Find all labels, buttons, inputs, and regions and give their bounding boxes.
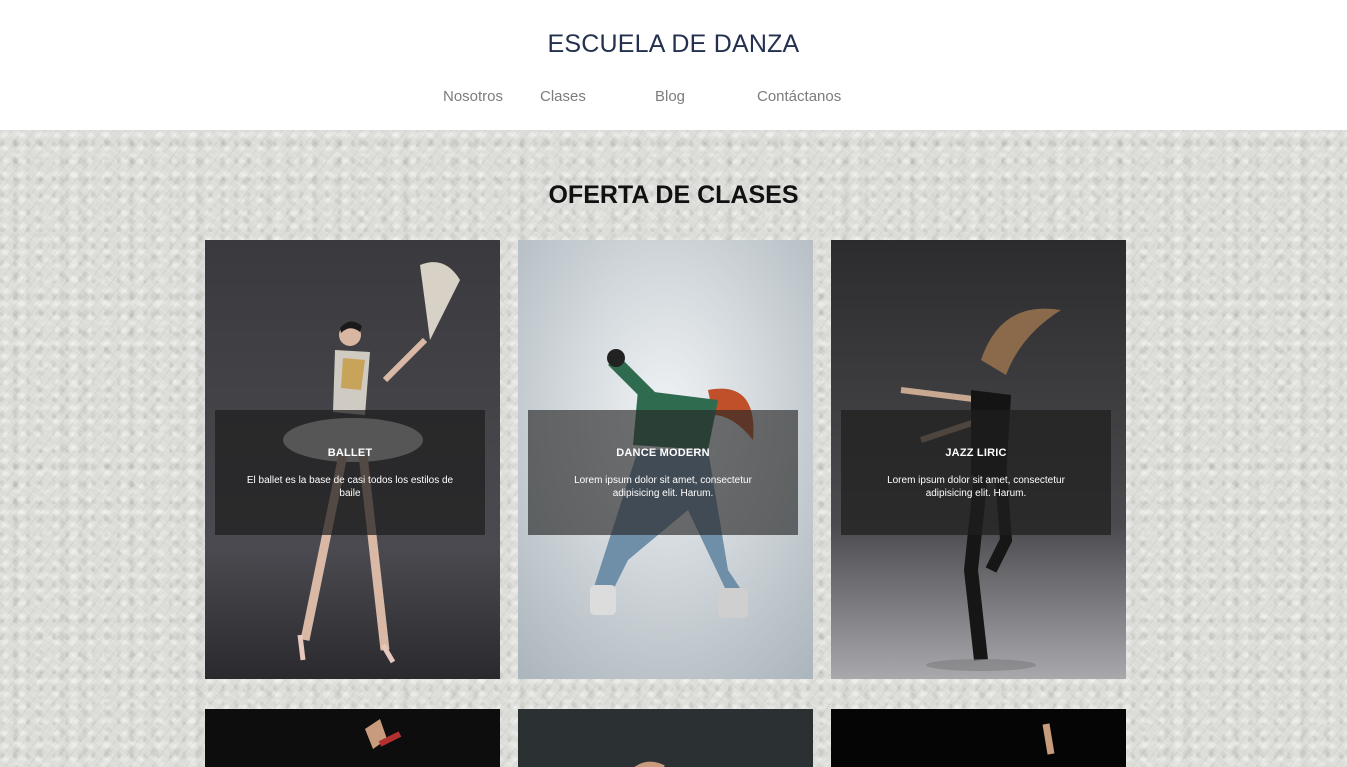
card-description: Lorem ipsum dolor sit amet, consectetur … — [574, 475, 752, 499]
nav-item-nosotros[interactable]: Nosotros — [443, 88, 503, 105]
nav-item-clases[interactable]: Clases — [540, 88, 586, 105]
class-card-row2-1[interactable] — [205, 709, 500, 767]
card-title: JAZZ LIRIC — [945, 447, 1007, 459]
card-description: El ballet es la base de casi todos los e… — [246, 475, 454, 499]
class-card-row2-3[interactable] — [831, 709, 1126, 767]
card-title: DANCE MODERN — [616, 447, 710, 459]
nav-item-contactanos[interactable]: Contáctanos — [757, 88, 841, 105]
nav-item-blog[interactable]: Blog — [655, 88, 685, 105]
classes-section: OFERTA DE CLASES BALLET El ballet es la … — [0, 130, 1347, 767]
dance-photo — [518, 709, 813, 767]
section-title: OFERTA DE CLASES — [548, 181, 799, 209]
class-card-jazz-liric[interactable]: JAZZ LIRIC Lorem ipsum dolor sit amet, c… — [831, 240, 1126, 679]
card-overlay: DANCE MODERN Lorem ipsum dolor sit amet,… — [528, 410, 798, 535]
card-description: Lorem ipsum dolor sit amet, consectetur … — [887, 475, 1065, 499]
card-overlay: BALLET El ballet es la base de casi todo… — [215, 410, 485, 535]
class-card-dance-modern[interactable]: DANCE MODERN Lorem ipsum dolor sit amet,… — [518, 240, 813, 679]
dance-photo — [831, 709, 1126, 767]
class-card-ballet[interactable]: BALLET El ballet es la base de casi todo… — [205, 240, 500, 679]
dance-photo — [205, 709, 500, 767]
card-title: BALLET — [327, 447, 373, 459]
class-card-row2-2[interactable] — [518, 709, 813, 767]
card-overlay: JAZZ LIRIC Lorem ipsum dolor sit amet, c… — [841, 410, 1111, 535]
site-title[interactable]: ESCUELA DE DANZA — [0, 30, 1347, 59]
site-header: ESCUELA DE DANZA Nosotros Clases Blog Co… — [0, 0, 1347, 130]
